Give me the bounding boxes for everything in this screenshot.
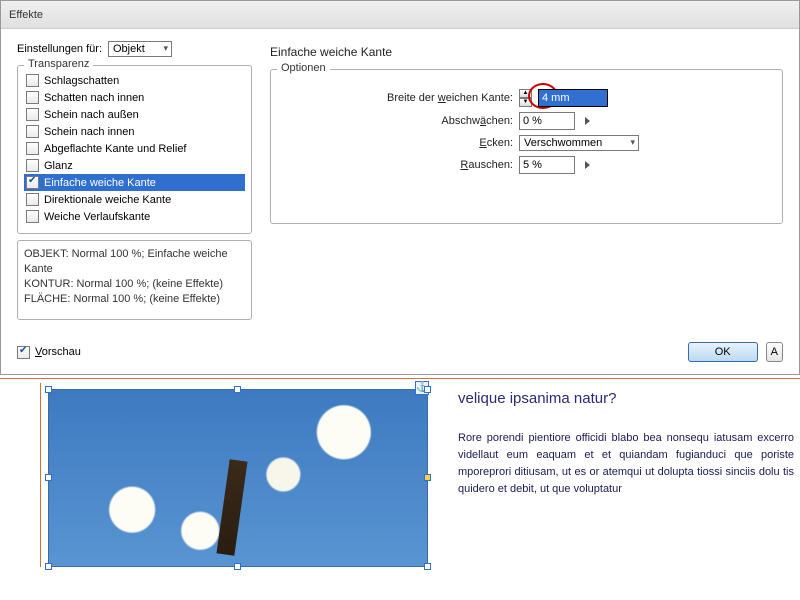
effect-checkbox[interactable] [26,176,39,189]
resize-handle[interactable] [424,386,431,393]
effect-item-label: Schein nach außen [44,109,139,121]
corners-dropdown[interactable]: Verschwommen [519,135,639,151]
resize-handle[interactable] [45,563,52,570]
effect-checkbox[interactable] [26,108,39,121]
settings-for-dropdown[interactable]: Objekt [108,41,172,57]
options-group: Optionen Breite der weichen Kante: ▲ ▼ [270,69,783,224]
resize-handle[interactable] [45,474,52,481]
effect-item-label: Einfache weiche Kante [44,177,156,189]
flyout-arrow-icon[interactable] [585,117,590,125]
feather-width-label: Breite der weichen Kante: [373,92,513,104]
effect-list-item[interactable]: Glanz [24,157,245,174]
paragraph-heading: velique ipsanima natur? [458,387,794,410]
spinner-down-icon[interactable]: ▼ [519,98,532,107]
spinner-up-icon[interactable]: ▲ [519,89,532,98]
effect-item-label: Glanz [44,160,73,172]
preview-checkbox[interactable] [17,346,30,359]
effect-list-item[interactable]: Schein nach innen [24,123,245,140]
effect-checkbox[interactable] [26,142,39,155]
effect-list-item[interactable]: Weiche Verlaufskante [24,208,245,225]
transparency-group-title: Transparenz [24,58,93,70]
effects-dialog: Effekte Einstellungen für: Objekt Transp… [0,0,800,375]
document-area: ⚓ velique ipsanima natur? Rore porendi p… [0,379,800,567]
effect-summary: OBJEKT: Normal 100 %; Einfache weiche Ka… [17,240,252,320]
resize-handle[interactable] [234,386,241,393]
resize-handle[interactable] [424,563,431,570]
effect-title: Einfache weiche Kante [270,45,783,59]
effect-list-item[interactable]: Direktionale weiche Kante [24,191,245,208]
effect-item-label: Schlagschatten [44,75,119,87]
effect-item-label: Direktionale weiche Kante [44,194,171,206]
dialog-titlebar[interactable]: Effekte [1,1,799,29]
noise-label: Rauschen: [373,159,513,171]
effect-checkbox[interactable] [26,210,39,223]
ok-button[interactable]: OK [688,342,758,362]
resize-handle[interactable] [234,563,241,570]
cancel-button[interactable]: A [766,342,783,362]
effect-item-label: Abgeflachte Kante und Relief [44,143,187,155]
options-group-title: Optionen [277,62,330,74]
dialog-title: Effekte [9,9,43,21]
effect-item-label: Schein nach innen [44,126,135,138]
summary-line: OBJEKT: Normal 100 %; Einfache weiche Ka… [24,247,245,277]
noise-input[interactable] [519,156,575,174]
soften-label: Abschwächen: [373,115,513,127]
right-pane: Einfache weiche Kante Optionen Breite de… [270,41,783,320]
effect-list-item[interactable]: Schein nach außen [24,106,245,123]
flyout-arrow-icon[interactable] [585,161,590,169]
effect-list-item[interactable]: Einfache weiche Kante [24,174,245,191]
settings-for-value: Objekt [113,43,145,55]
preview-label: Vorschau [35,346,81,358]
effect-checkbox[interactable] [26,74,39,87]
effect-checkbox[interactable] [26,125,39,138]
selected-image-frame[interactable]: ⚓ [48,389,428,567]
effect-checkbox[interactable] [26,159,39,172]
corners-value: Verschwommen [524,137,602,149]
effect-list-item[interactable]: Schatten nach innen [24,89,245,106]
resize-handle[interactable] [424,474,431,481]
canvas-column: ⚓ [0,383,452,567]
effect-item-label: Schatten nach innen [44,92,144,104]
transparency-group: Transparenz SchlagschattenSchatten nach … [17,65,252,234]
dialog-button-bar: Vorschau OK A [1,332,799,374]
effect-list-item[interactable]: Abgeflachte Kante und Relief [24,140,245,157]
feather-width-input[interactable] [538,89,608,107]
summary-line: KONTUR: Normal 100 %; (keine Effekte) [24,277,245,292]
left-pane: Einstellungen für: Objekt Transparenz Sc… [17,41,252,320]
paragraph-body: Rore porendi pientiore officidi blabo be… [458,430,794,498]
summary-line: FLÄCHE: Normal 100 %; (keine Effekte) [24,292,245,307]
effect-checkbox[interactable] [26,91,39,104]
effect-checkbox[interactable] [26,193,39,206]
dialog-content: Einstellungen für: Objekt Transparenz Sc… [1,29,799,332]
soften-input[interactable] [519,112,575,130]
text-column[interactable]: velique ipsanima natur? Rore porendi pie… [452,383,800,567]
settings-for-label: Einstellungen für: [17,43,102,55]
effect-list-item[interactable]: Schlagschatten [24,72,245,89]
feather-width-spinner[interactable]: ▲ ▼ [519,89,532,107]
ruler-guide-vertical [40,383,41,567]
corners-label: Ecken: [373,137,513,149]
effect-item-label: Weiche Verlaufskante [44,211,150,223]
resize-handle[interactable] [45,386,52,393]
